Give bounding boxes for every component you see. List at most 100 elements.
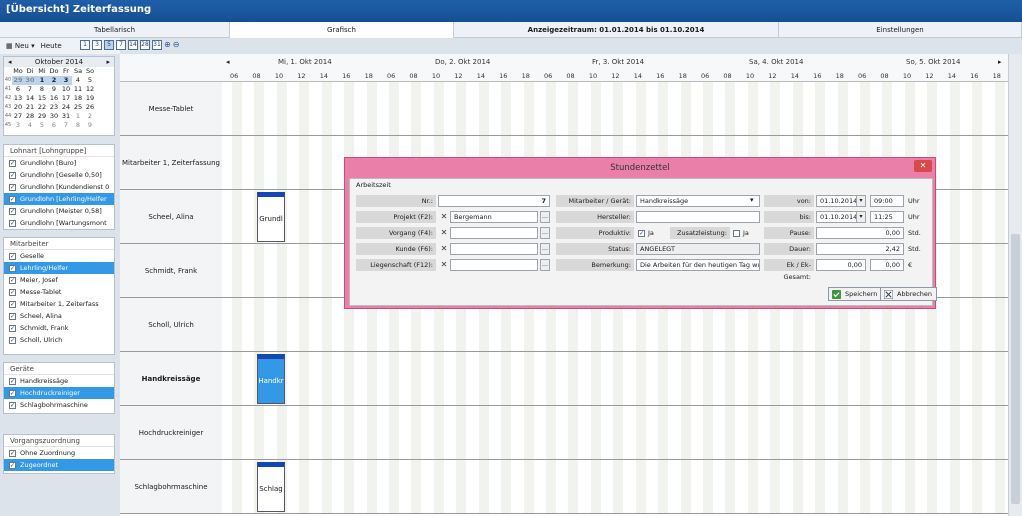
checkbox-icon[interactable]: ✓: [9, 449, 16, 457]
vorgang-field[interactable]: [450, 227, 538, 239]
geraete-item[interactable]: ✓ Hochdruckreiniger: [4, 387, 114, 399]
lohnart-item[interactable]: ✓ Grundlohn [Wartungsmont: [4, 217, 114, 229]
projekt-browse-button[interactable]: …: [540, 211, 550, 223]
mitarbeiter-item[interactable]: ✓ Meier, Josef: [4, 274, 114, 286]
checkbox-icon[interactable]: ✓: [9, 252, 16, 260]
calendar-day[interactable]: 4: [72, 76, 84, 85]
calendar-day[interactable]: 5: [84, 76, 96, 85]
lohnart-item[interactable]: ✓ Grundlohn [Kundendienst 0: [4, 181, 114, 193]
geraete-item[interactable]: ✓ Handkreissäge: [4, 375, 114, 387]
time-entry[interactable]: Schlag: [257, 462, 285, 512]
calendar-day[interactable]: 1: [72, 112, 84, 121]
view-31-day-button[interactable]: 31: [152, 40, 162, 50]
calendar-day[interactable]: 3: [12, 121, 24, 130]
calendar-day[interactable]: 8: [36, 85, 48, 94]
tab-tabellarisch[interactable]: Tabellarisch: [0, 22, 230, 38]
calendar-day[interactable]: 9: [48, 85, 60, 94]
liegenschaft-field[interactable]: [450, 259, 538, 271]
hersteller-field[interactable]: [636, 211, 760, 223]
calendar-day[interactable]: 7: [24, 85, 36, 94]
mitarbeiter-select[interactable]: Handkreissäge: [636, 195, 760, 207]
checkbox-icon[interactable]: ✓: [9, 389, 16, 397]
calendar-day[interactable]: 12: [84, 85, 96, 94]
calendar-day[interactable]: 18: [72, 94, 84, 103]
resource-row[interactable]: [222, 406, 1008, 460]
vorgang-item[interactable]: ✓ Ohne Zuordnung: [4, 447, 114, 459]
calendar-day[interactable]: 28: [24, 112, 36, 121]
next-arrow-icon[interactable]: ▸: [998, 58, 1002, 66]
calendar-day[interactable]: 5: [36, 121, 48, 130]
today-button[interactable]: Heute: [39, 42, 64, 50]
checkbox-icon[interactable]: ✓: [9, 377, 16, 385]
produktiv-checkbox[interactable]: ✓ Ja: [638, 229, 654, 237]
calendar-day[interactable]: 23: [48, 103, 60, 112]
vertical-scrollbar[interactable]: [1008, 54, 1022, 516]
checkbox-icon[interactable]: ✓: [9, 276, 16, 284]
checkbox-icon[interactable]: ✓: [9, 324, 16, 332]
checkbox-icon[interactable]: ✓: [9, 171, 16, 179]
kunde-browse-button[interactable]: …: [540, 243, 550, 255]
clear-icon[interactable]: ✕: [439, 212, 449, 222]
view-1-day-button[interactable]: 1: [80, 40, 90, 50]
calendar-day[interactable]: 7: [60, 121, 72, 130]
view-7-day-button[interactable]: 7: [116, 40, 126, 50]
time-entry[interactable]: Handkr: [257, 354, 285, 404]
save-button[interactable]: Speichern: [828, 287, 883, 301]
calendar-day[interactable]: 16: [48, 94, 60, 103]
next-month-icon[interactable]: ▸: [106, 58, 110, 66]
lohnart-item[interactable]: ✓ Grundlohn [Buro]: [4, 157, 114, 169]
tab-anzeigezeitraum[interactable]: Anzeigezeitraum: 01.01.2014 bis 01.10.20…: [454, 22, 779, 38]
tab-einstellungen[interactable]: Einstellungen: [779, 22, 1022, 38]
vorgang-item[interactable]: ✓ Zugeordnet: [4, 459, 114, 471]
resource-row[interactable]: [222, 352, 1008, 406]
calendar-day[interactable]: 19: [84, 94, 96, 103]
calendar-day[interactable]: 13: [12, 94, 24, 103]
prev-month-icon[interactable]: ◂: [8, 58, 12, 66]
kunde-field[interactable]: [450, 243, 538, 255]
checkbox-icon[interactable]: [733, 229, 740, 237]
calendar-day[interactable]: 29: [12, 76, 24, 85]
calendar-day[interactable]: 31: [60, 112, 72, 121]
calendar-day[interactable]: 14: [24, 94, 36, 103]
nr-field[interactable]: 7: [438, 195, 550, 207]
checkbox-icon[interactable]: ✓: [9, 401, 16, 409]
chevron-down-icon[interactable]: ▾: [856, 195, 866, 207]
calendar-day[interactable]: 3: [60, 76, 72, 85]
checkbox-icon[interactable]: ✓: [9, 183, 16, 191]
checkbox-icon[interactable]: ✓: [9, 288, 16, 296]
bemerkung-field[interactable]: Die Arbeiten für den heutigen Tag wur: [636, 259, 760, 271]
lohnart-item[interactable]: ✓ Grundlohn [Meister 0,58]: [4, 205, 114, 217]
lohnart-item[interactable]: ✓ Grundlohn [Geselle 0,50]: [4, 169, 114, 181]
time-entry[interactable]: Grundl: [257, 192, 285, 242]
mitarbeiter-item[interactable]: ✓ Geselle: [4, 250, 114, 262]
calendar-day[interactable]: 2: [84, 112, 96, 121]
checkbox-icon[interactable]: ✓: [9, 264, 16, 272]
chevron-down-icon[interactable]: ▾: [750, 196, 754, 204]
ek-field[interactable]: 0,00: [816, 259, 866, 271]
calendar-day[interactable]: 20: [12, 103, 24, 112]
mitarbeiter-item[interactable]: ✓ Schmidt, Frank: [4, 322, 114, 334]
view-3-day-button[interactable]: 3: [92, 40, 102, 50]
calendar-day[interactable]: 22: [36, 103, 48, 112]
calendar-day[interactable]: 21: [24, 103, 36, 112]
view-28-day-button[interactable]: 28: [140, 40, 150, 50]
checkbox-icon[interactable]: ✓: [9, 312, 16, 320]
mitarbeiter-item[interactable]: ✓ Scheel, Alina: [4, 310, 114, 322]
mitarbeiter-item[interactable]: ✓ Messe-Tablet: [4, 286, 114, 298]
calendar-day[interactable]: 25: [72, 103, 84, 112]
von-time-field[interactable]: 09:00: [870, 195, 904, 207]
calendar-day[interactable]: 6: [48, 121, 60, 130]
zoom-out-icon[interactable]: ⊖: [173, 40, 180, 50]
resource-row[interactable]: [222, 82, 1008, 136]
checkbox-icon[interactable]: ✓: [9, 336, 16, 344]
checkbox-icon[interactable]: ✓: [9, 207, 16, 215]
lohnart-item[interactable]: ✓ Grundlohn [Lehrling/Helfer: [4, 193, 114, 205]
tab-grafisch[interactable]: Grafisch: [230, 22, 454, 38]
calendar-day[interactable]: 30: [24, 76, 36, 85]
scrollbar-thumb[interactable]: [1011, 234, 1020, 504]
calendar-day[interactable]: 17: [60, 94, 72, 103]
mitarbeiter-item[interactable]: ✓ Scholl, Ulrich: [4, 334, 114, 346]
checkbox-icon[interactable]: ✓: [9, 219, 16, 227]
calendar-day[interactable]: 15: [36, 94, 48, 103]
clear-icon[interactable]: ✕: [439, 260, 449, 270]
